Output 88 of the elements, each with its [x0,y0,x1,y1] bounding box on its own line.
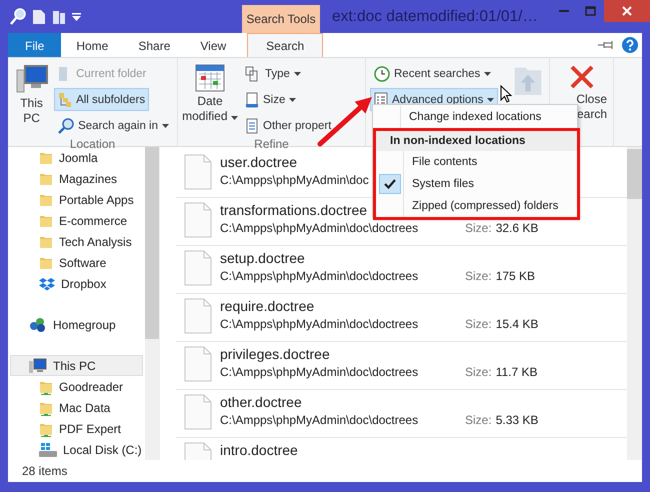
caret-icon [230,116,238,120]
folder-icon[interactable] [52,8,66,24]
group-label: Refine [253,137,290,151]
menu-item[interactable]: File contents [376,151,577,173]
window-title: ext:doc datemodified:01/01/… [331,6,539,26]
size-label: Size: [465,221,492,235]
search-icon [58,118,74,134]
folders-icon [58,92,72,108]
file-size: 175 KB [496,269,536,283]
file-icon [184,298,212,334]
nav-item[interactable]: Dropbox [10,273,143,294]
file-name[interactable]: intro.doctree [220,442,298,458]
caret-icon [162,124,169,128]
file-size: 5.33 KB [496,413,538,427]
document-icon [245,118,259,134]
nav-item[interactable]: PDF Expert [10,418,143,439]
caret-icon [484,72,492,76]
type-button[interactable]: Type [241,62,305,85]
file-path: C:\Ampps\phpMyAdmin\doc\doctrees [220,221,418,235]
nav-item[interactable]: Portable Apps [10,189,143,210]
dropdown-icon[interactable] [72,12,81,20]
menu-header: In non-indexed locations [376,131,577,151]
other-properties-button[interactable]: Other propert [241,114,336,137]
nav-item[interactable]: Local Disk (C:) [10,439,143,460]
computer-icon [29,358,47,374]
menu-item[interactable]: Zipped (compressed) folders [376,195,577,217]
homegroup-icon [29,316,47,332]
minimize-icon [558,10,568,12]
file-name[interactable]: setup.doctree [220,250,305,266]
file-path: C:\Ampps\phpMyAdmin\doc\doctrees [220,365,418,379]
file-size: 15.4 KB [496,317,538,331]
close-icon [622,6,632,16]
caret-icon [289,98,296,102]
size-button[interactable]: Size [241,88,300,111]
caret-icon [487,98,494,102]
file-size: 32.6 KB [496,221,538,235]
caret-icon [294,72,301,76]
file-path: C:\Ampps\phpMyAdmin\doc\doctrees [220,317,418,331]
nav-item[interactable]: Goodreader [10,376,143,397]
nav-item[interactable]: Tech Analysis [10,231,143,252]
calendar-icon [195,64,225,92]
search-again-button[interactable]: Search again in [54,114,173,137]
file-name[interactable]: user.doctree [220,154,298,170]
maximize-icon [585,6,596,16]
contextual-tab-label: Search Tools [242,5,320,33]
close-button[interactable] [604,0,650,22]
file-icon [184,250,212,286]
file-path: C:\Ampps\phpMyAdmin\doc\doctrees [220,269,418,283]
size-label: Size: [465,317,492,331]
date-modified-button[interactable]: Date modified [182,62,238,137]
document-icon[interactable] [32,8,46,24]
file-name[interactable]: require.doctree [220,298,314,314]
nav-item[interactable]: Homegroup [10,314,143,335]
size-label: Size: [465,269,492,283]
file-name[interactable]: other.doctree [220,394,302,410]
clock-icon [374,66,390,82]
scrollbar[interactable] [144,147,159,460]
file-icon [184,202,212,238]
recent-searches-button[interactable]: Recent searches [370,62,496,85]
this-pc-button[interactable]: This PC [12,62,52,137]
ribbon-tab[interactable]: File [8,33,62,57]
file-name[interactable]: privileges.doctree [220,346,330,362]
file-icon [184,346,212,382]
nav-item[interactable]: This PC [10,355,143,376]
ribbon-tab[interactable]: Search [247,33,324,57]
nav-item[interactable]: E-commerce [10,210,143,231]
dropbox-icon [39,276,55,290]
scrollbar[interactable] [627,147,642,460]
file-name[interactable]: transformations.doctree [220,202,368,218]
file-icon [184,154,212,190]
magnifier-icon[interactable] [10,8,26,26]
nav-item[interactable]: Software [10,252,143,273]
computer-icon [16,64,48,94]
help-icon[interactable] [622,37,638,53]
all-subfolders-button[interactable]: All subfolders [54,88,150,111]
nav-item[interactable]: Magazines [10,168,143,189]
close-icon [568,64,594,90]
file-path: C:\Ampps\phpMyAdmin\doc\doctrees [220,413,418,427]
menu-item[interactable]: System files [376,173,577,195]
item-count: 28 items [22,464,68,478]
file-size: 11.7 KB [496,365,538,379]
size-label: Size: [465,413,492,427]
file-path: C:\Ampps\phpMyAdmin\doc [220,173,369,187]
nav-item[interactable]: Mac Data [10,397,143,418]
disk-icon [39,442,57,458]
file-icon [184,394,212,430]
size-label: Size: [465,365,492,379]
document-icon [245,92,259,108]
